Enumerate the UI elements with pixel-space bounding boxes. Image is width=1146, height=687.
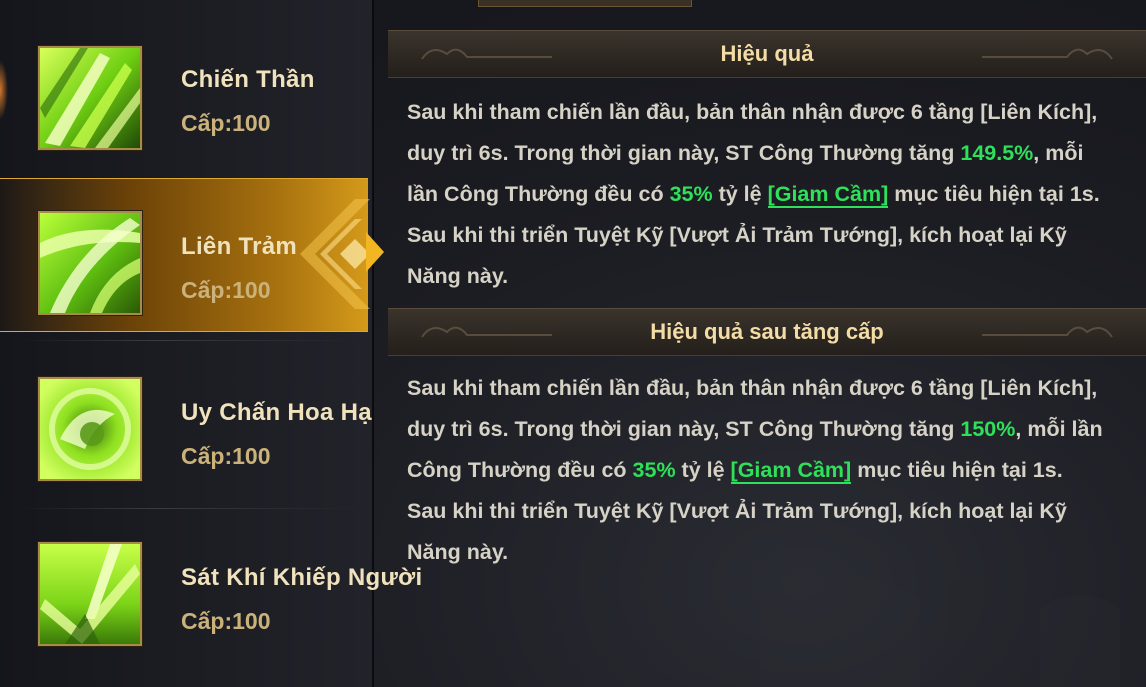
cloud-ornament-icon [982, 326, 1113, 338]
effect-value: 150% [960, 417, 1016, 441]
skill-item-uy-chan-hoa-ha[interactable]: Uy Chấn Hoa Hạ Cấp:100 [0, 345, 372, 495]
selected-diamond-marker [300, 199, 370, 309]
skill-name: Liên Trảm [181, 233, 298, 260]
cloud-ornament-icon [982, 48, 1113, 60]
green-wind-blade-skill-icon [38, 211, 142, 315]
skill-item-sat-khi-khiep-nguoi[interactable]: Sát Khí Khiếp Người Cấp:100 [0, 512, 422, 662]
green-spike-skill-icon [38, 542, 142, 646]
effect-text: tỷ lệ [675, 458, 731, 482]
skill-level: Cấp:100 [181, 277, 271, 303]
status-link[interactable]: [Giam Cầm] [767, 182, 889, 208]
row-divider [20, 508, 360, 509]
skill-item-chien-than[interactable]: Chiến Thần Cấp:100 [0, 10, 368, 160]
effect-description: Sau khi tham chiến lần đầu, bản thân nhậ… [407, 92, 1107, 297]
effect-section-header: Hiệu quả [388, 30, 1146, 78]
skill-name: Sát Khí Khiếp Người [181, 564, 423, 591]
selected-pointer-icon [366, 232, 384, 272]
effect-text: tỷ lệ [712, 182, 768, 206]
skill-item-lien-tram[interactable]: Liên Trảm Cấp:100 [0, 178, 370, 332]
skill-level: Cấp:100 [181, 608, 271, 634]
status-link[interactable]: [Giam Cầm] [730, 458, 852, 484]
row-divider [20, 340, 360, 341]
skill-level: Cấp:100 [181, 110, 271, 136]
effect-value: 149.5% [960, 141, 1034, 165]
skill-list-panel: Chiến Thần Cấp:100 Liên Trảm Cấp:100 Uy … [0, 0, 422, 687]
green-slash-skill-icon [38, 46, 142, 150]
effect-chance: 35% [632, 458, 676, 482]
skill-name: Uy Chấn Hoa Hạ [181, 399, 372, 426]
skill-name: Chiến Thần [181, 66, 315, 93]
upgrade-effect-description: Sau khi tham chiến lần đầu, bản thân nhậ… [407, 368, 1107, 573]
effect-chance: 35% [669, 182, 713, 206]
skill-level: Cấp:100 [181, 443, 271, 469]
top-tab-edge [478, 0, 692, 7]
green-swirl-skill-icon [38, 377, 142, 481]
upgrade-effect-section-header: Hiệu quả sau tăng cấp [388, 308, 1146, 356]
